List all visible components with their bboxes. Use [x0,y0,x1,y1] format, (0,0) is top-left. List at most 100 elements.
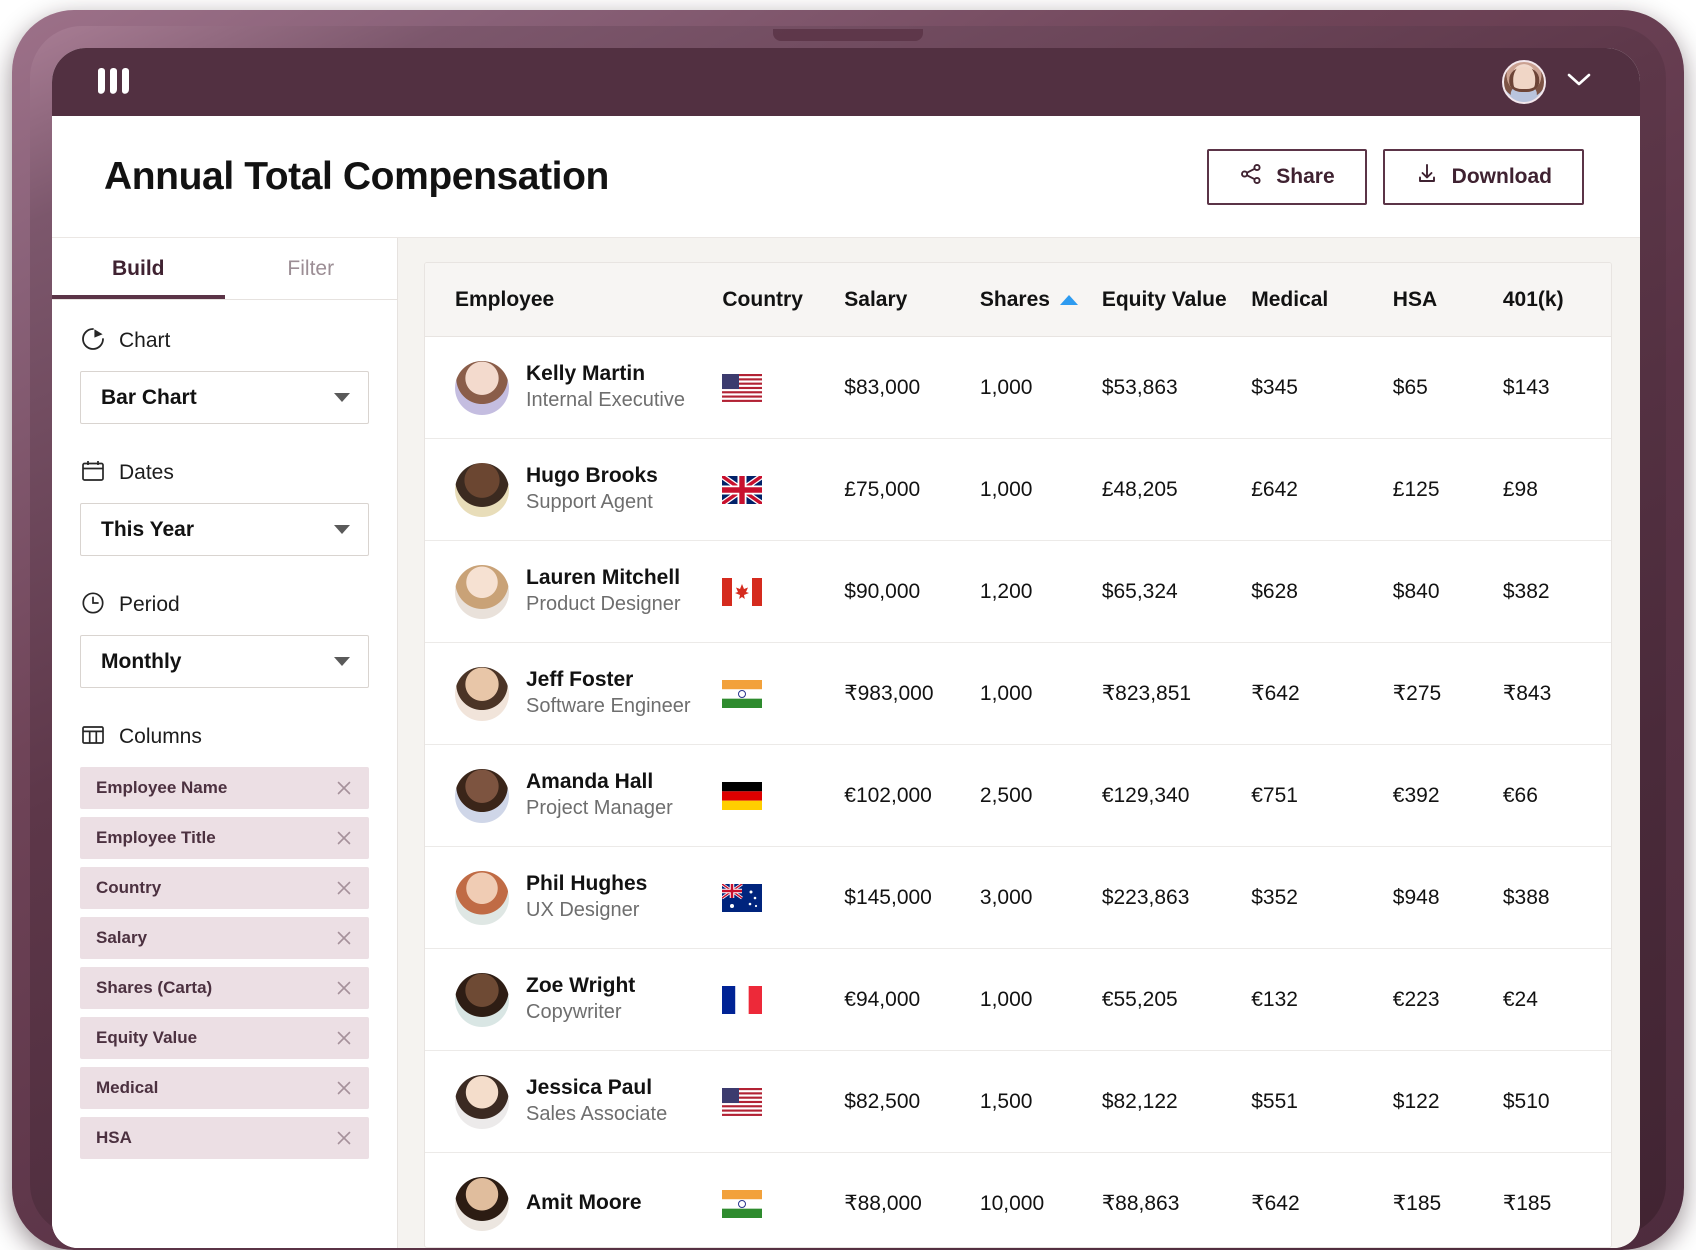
cell-k401: ₹185 [1502,1192,1552,1215]
dates-select[interactable]: This Year [80,503,369,556]
cell-k401: $510 [1502,1089,1550,1113]
table-row[interactable]: Kelly Martin Internal Executive $83,000 1,0… [425,337,1611,439]
cell-k401: €24 [1502,987,1538,1011]
column-header-salary[interactable]: Salary [844,288,980,312]
device-frame: Annual Total Compensation Share Download… [12,10,1684,1250]
cell-k401: ₹843 [1502,682,1552,705]
cell-k401: $382 [1502,579,1550,603]
tab-filter[interactable]: Filter [225,238,398,299]
app-screen: Annual Total Compensation Share Download… [52,48,1640,1248]
dates-label: Dates [119,461,174,484]
field-group-period: Period Monthly [80,590,369,688]
table-row[interactable]: Amit Moore ₹88,000 10,000 ₹88,863 ₹642 ₹185 ₹1… [425,1153,1611,1247]
topbar-account-group[interactable] [1502,60,1592,104]
column-header-shares[interactable]: Shares [980,288,1102,312]
column-chip[interactable]: Country [80,867,369,909]
cell-hsa: ₹275 [1392,682,1442,705]
close-icon[interactable] [335,1079,353,1097]
chart-type-select[interactable]: Bar Chart [80,371,369,424]
table-row[interactable]: Jeff Foster Software Engineer ₹983,000 1,00… [425,643,1611,745]
employee-title: UX Designer [526,899,640,922]
employee-title: Project Manager [526,797,673,820]
employee-name: Lauren Mitchell [526,566,681,590]
cell-equity: €129,340 [1101,783,1190,807]
employee-name: Amit Moore [526,1191,642,1215]
cell-employee: Kelly Martin Internal Executive [455,360,722,415]
flag-icon-gb [722,475,844,504]
column-header-label: Shares [979,287,1050,311]
column-chip-label: Equity Value [96,1028,198,1047]
cell-equity: £48,205 [1101,477,1178,501]
chart-field-header: Chart [80,326,369,356]
sort-ascending-icon[interactable] [1059,294,1078,305]
close-icon[interactable] [335,779,353,797]
cell-employee: Lauren Mitchell Product Designer [455,564,722,619]
close-icon[interactable] [335,929,353,947]
column-header-label: Employee [455,287,555,311]
flag-icon-us [722,1087,844,1116]
cell-employee: Hugo Brooks Support Agent [455,462,722,517]
chevron-down-icon[interactable] [1566,72,1592,93]
column-chip[interactable]: Employee Name [80,767,369,809]
cell-country [722,475,844,504]
camera-notch [773,29,923,41]
columns-list: Employee Name Employee Title Country Salary… [80,767,369,1159]
cell-salary: $82,500 [844,1089,921,1113]
column-header-employee[interactable]: Employee [455,288,722,312]
table-row[interactable]: Zoe Wright Copywriter €94,000 1,000 €55,205 €… [425,949,1611,1051]
column-header-hsa[interactable]: HSA [1393,288,1503,312]
column-chip[interactable]: Equity Value [80,1017,369,1059]
avatar [455,462,509,517]
dates-value: This Year [101,517,195,541]
close-icon[interactable] [335,829,353,847]
column-chip[interactable]: Employee Title [80,817,369,859]
cell-country [722,373,844,402]
rippling-logo-icon[interactable] [96,65,142,99]
column-header-label: HSA [1392,287,1438,311]
sidebar-body: Chart Bar Chart Dates This Year Period M… [52,300,397,1193]
column-header-medical[interactable]: Medical [1251,288,1393,312]
cell-k401: €66 [1502,783,1538,807]
cell-equity: €55,205 [1101,987,1178,1011]
cell-hsa: $65 [1392,375,1428,399]
column-chip[interactable]: Shares (Carta) [80,967,369,1009]
table-row[interactable]: Hugo Brooks Support Agent £75,000 1,000 £48,… [425,439,1611,541]
cell-country [722,985,844,1014]
flag-icon-de [722,781,844,810]
close-icon[interactable] [335,1129,353,1147]
close-icon[interactable] [335,879,353,897]
page-header: Annual Total Compensation Share Download [52,116,1640,238]
table-row[interactable]: Amanda Hall Project Manager €102,000 2,500 €… [425,745,1611,847]
avatar[interactable] [1502,60,1546,104]
share-icon [1239,162,1263,192]
period-field-header: Period [80,590,369,620]
column-header-401-k[interactable]: 401(k) [1503,288,1611,312]
chevron-down-icon [334,525,350,534]
share-button-label: Share [1276,164,1335,188]
download-button-label: Download [1451,164,1552,188]
period-select[interactable]: Monthly [80,635,369,688]
close-icon[interactable] [335,979,353,997]
sidebar-tabs: Build Filter [52,238,397,300]
table-row[interactable]: Phil Hughes UX Designer $145,000 3,000 $223,… [425,847,1611,949]
column-chip[interactable]: Medical [80,1067,369,1109]
employee-text: Jeff Foster Software Engineer [526,667,691,719]
table-row[interactable]: Lauren Mitchell Product Designer $90,000 1,… [425,541,1611,643]
column-header-label: 401(k) [1502,287,1564,311]
column-header-equity-value[interactable]: Equity Value [1102,288,1251,312]
flag-icon-us [722,373,844,402]
dates-field-header: Dates [80,458,369,488]
avatar [455,768,509,823]
tab-build[interactable]: Build [52,238,225,299]
download-button[interactable]: Download [1382,148,1584,205]
share-button[interactable]: Share [1207,148,1367,205]
column-chip[interactable]: Salary [80,917,369,959]
close-icon[interactable] [335,1029,353,1047]
period-label: Period [119,593,180,616]
column-chip[interactable]: HSA [80,1117,369,1159]
table-row[interactable]: Jessica Paul Sales Associate $82,500 1,500 $… [425,1051,1611,1153]
content-area: Build Filter Chart Bar Chart Dates This … [52,238,1640,1248]
cell-hsa: $948 [1392,885,1440,909]
column-header-label: Equity Value [1101,287,1227,311]
column-header-country[interactable]: Country [722,288,844,312]
